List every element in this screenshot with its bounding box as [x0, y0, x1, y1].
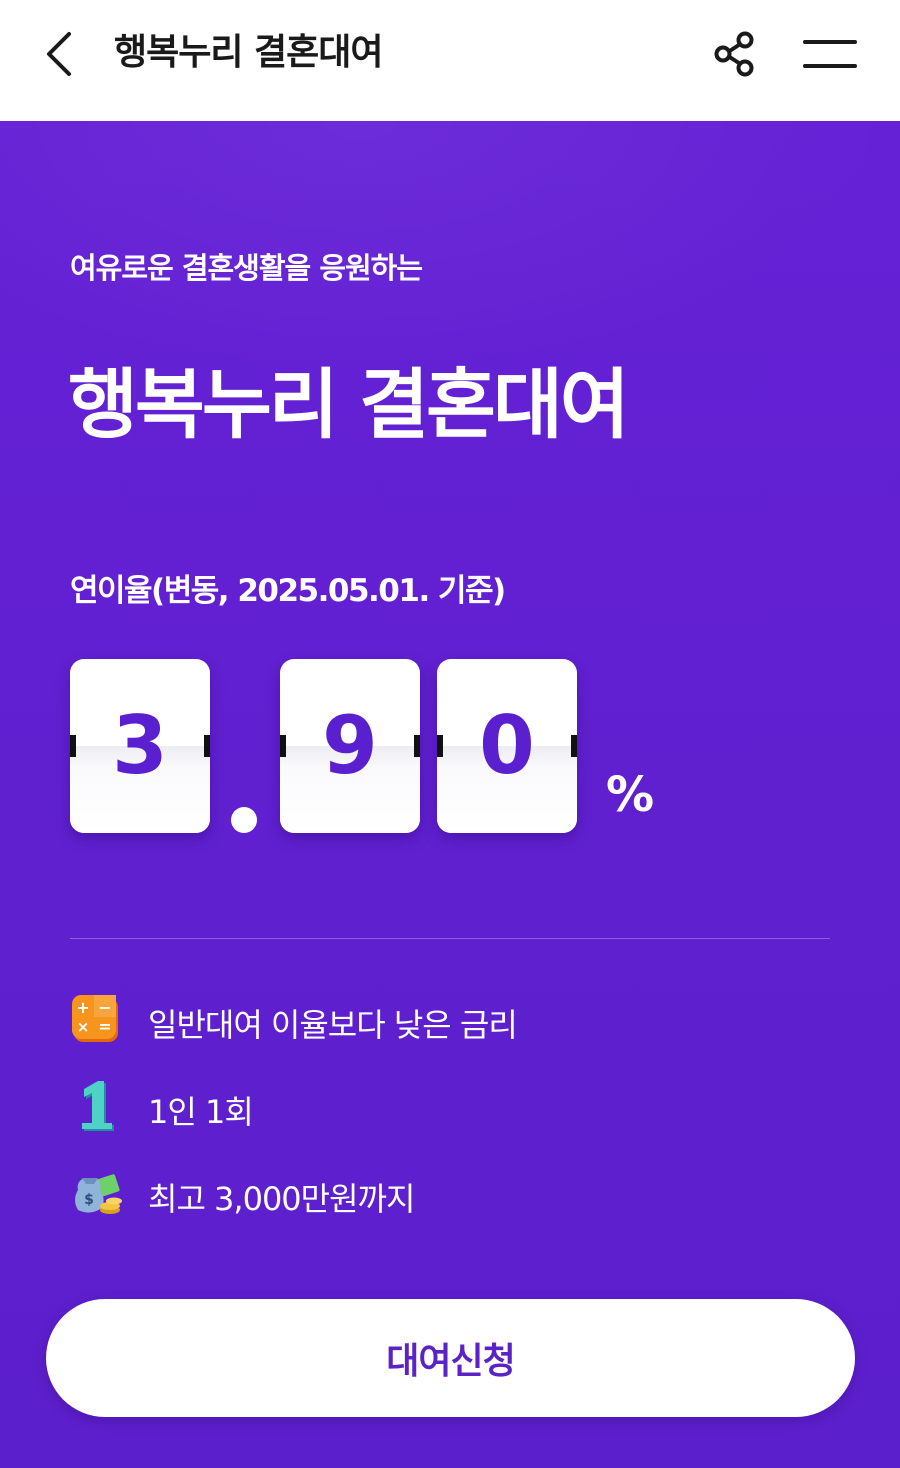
- svg-text:−: −: [98, 998, 111, 1017]
- calculator-icon: + − × =: [70, 992, 124, 1046]
- hero-title: 행복누리 결혼대여: [68, 360, 630, 449]
- hero-subtitle: 여유로운 결혼생활을 응원하는: [70, 251, 423, 285]
- svg-text:$: $: [84, 1192, 94, 1208]
- feature-item: 1인 1회: [70, 1078, 770, 1134]
- feature-text: 1인 1회: [148, 1093, 254, 1131]
- money-bag-icon: $: [70, 1166, 124, 1220]
- top-app-bar: 행복누리 결혼대여: [0, 0, 900, 121]
- rate-digit: 9: [322, 699, 378, 792]
- interest-rate-label: 연이율(변동, 2025.05.01. 기준): [70, 573, 506, 609]
- menu-button[interactable]: [796, 26, 864, 82]
- decimal-point: [231, 807, 257, 833]
- svg-text:=: =: [98, 1017, 111, 1036]
- product-hero: 여유로운 결혼생활을 응원하는 행복누리 결혼대여 연이율(변동, 2025.0…: [0, 121, 900, 1468]
- rate-digit-card: 9: [280, 659, 420, 833]
- feature-item: + − × = 일반대여 이율보다 낮은 금리: [70, 991, 770, 1047]
- page-title: 행복누리 결혼대여: [114, 32, 383, 73]
- divider: [70, 938, 830, 939]
- feature-text: 일반대여 이율보다 낮은 금리: [148, 1006, 518, 1044]
- rate-digit-card: 0: [437, 659, 577, 833]
- percent-unit: %: [606, 767, 655, 823]
- rate-digit: 0: [479, 699, 535, 792]
- svg-text:+: +: [76, 998, 89, 1017]
- svg-text:×: ×: [77, 1018, 90, 1036]
- feature-text: 최고 3,000만원까지: [148, 1180, 415, 1218]
- share-button[interactable]: [706, 26, 762, 82]
- share-icon: [714, 31, 754, 77]
- back-button[interactable]: [34, 26, 82, 82]
- apply-loan-button[interactable]: 대여신청: [46, 1299, 855, 1417]
- rate-digit-card: 3: [70, 659, 210, 833]
- hamburger-menu-icon: [803, 40, 857, 68]
- number-one-icon: [70, 1079, 124, 1133]
- chevron-left-icon: [47, 32, 71, 76]
- feature-item: $ 최고 3,000만원까지: [70, 1165, 770, 1221]
- rate-digit: 3: [112, 699, 168, 792]
- apply-loan-button-label: 대여신청: [386, 1340, 515, 1381]
